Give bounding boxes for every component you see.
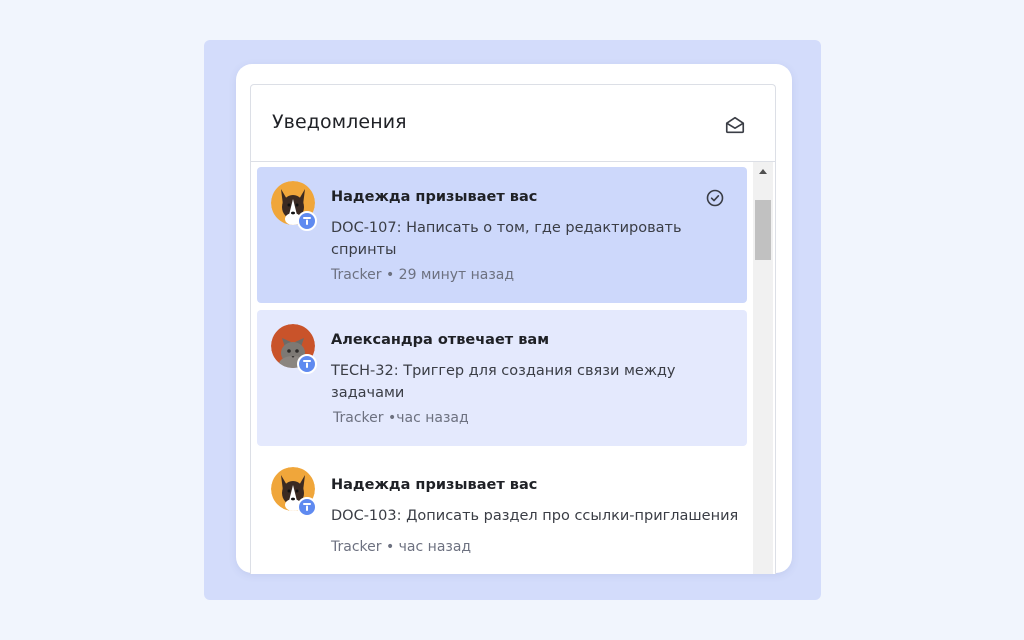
notification-meta: Tracker •час назад [333,410,469,426]
notification-meta: Tracker • час назад [331,539,472,555]
notification-title: Надежда призывает вас [331,477,538,493]
notification-item[interactable]: Надежда призывает вас DOC-103: Дописать … [257,453,747,574]
scrollbar[interactable] [753,162,773,574]
mark-read-button[interactable] [705,188,725,208]
triangle-up-icon [759,169,767,174]
panel-title: Уведомления [272,111,407,133]
notification-item[interactable]: Александра отвечает вам TECH-32: Триггер… [257,310,747,446]
tracker-badge-icon [297,211,317,231]
notification-title: Александра отвечает вам [331,332,550,348]
notification-meta: Tracker • 29 минут назад [331,267,515,283]
check-circle-icon [706,189,724,207]
tracker-badge-icon [297,497,317,517]
notification-body[interactable]: DOC-107: Написать о том, где редактирова… [331,217,691,261]
notification-body[interactable]: DOC-103: Дописать раздел про ссылки-приг… [331,505,741,527]
tracker-badge-icon [297,354,317,374]
panel-header: Уведомления [251,85,775,162]
notifications-panel: Уведомления Надежда призывает вас DOC-10… [250,84,776,574]
notification-item[interactable]: Надежда призывает вас DOC-107: Написать … [257,167,747,303]
scroll-up-button[interactable] [753,162,773,182]
envelope-open-icon [725,116,745,134]
notification-body[interactable]: TECH-32: Триггер для создания связи межд… [331,360,691,404]
mark-all-read-button[interactable] [723,113,747,137]
notification-title: Надежда призывает вас [331,189,538,205]
scrollbar-thumb[interactable] [755,200,771,260]
notification-list: Надежда призывает вас DOC-107: Написать … [251,162,753,574]
